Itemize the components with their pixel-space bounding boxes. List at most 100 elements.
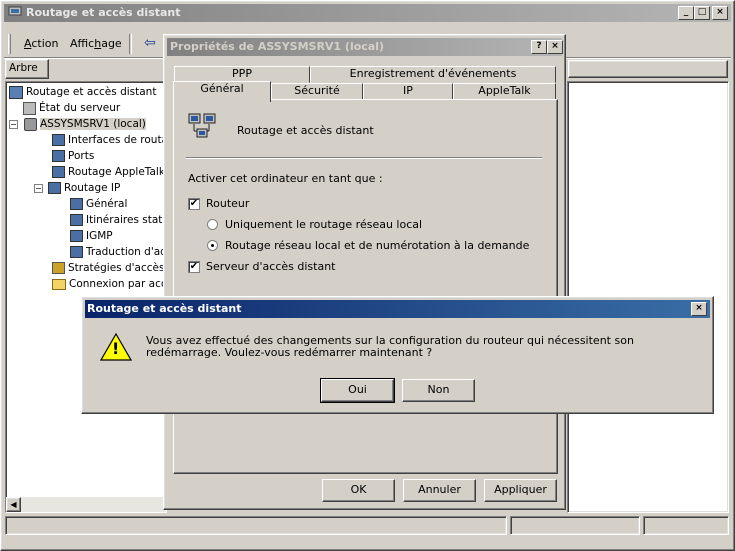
tab-label: PPP: [232, 67, 252, 80]
tree-label: Itinéraires statiq: [86, 214, 172, 226]
collapse-box-icon: −: [34, 183, 43, 193]
tab-page: [173, 99, 558, 474]
menu-grip: [8, 34, 11, 54]
tree-item[interactable]: Routage AppleTalk: [9, 165, 179, 179]
tree-item[interactable]: Itinéraires statiq: [9, 213, 179, 227]
radio-demand[interactable]: [207, 240, 218, 251]
cancel-button[interactable]: Annuler: [403, 479, 476, 502]
no-button[interactable]: Non: [402, 379, 475, 402]
message-box: Routage et accès distant × ! Vous avez e…: [81, 296, 714, 414]
network-icon: [52, 134, 65, 146]
status-bar-cell-3: [643, 516, 729, 535]
radio-demand-label[interactable]: Routage réseau local et de numérotation …: [225, 239, 529, 252]
network-icon: [70, 198, 83, 210]
status-bar-cell-1: [5, 516, 507, 535]
warning-icon-glyph: !: [112, 339, 120, 358]
tree-item[interactable]: Connexion par accès: [9, 277, 179, 291]
tree-label: Interfaces de routag: [68, 134, 175, 146]
network-icon: [70, 230, 83, 242]
minimize-button[interactable]: _: [678, 6, 694, 20]
tab-appletalk[interactable]: AppleTalk: [453, 83, 556, 100]
tab-securite[interactable]: Sécurité: [271, 83, 363, 100]
tree-label: Ports: [68, 150, 95, 162]
tree-label: ASSYSMSRV1 (local): [40, 118, 146, 130]
tree-item[interactable]: Traduction d'adr: [9, 245, 179, 259]
header-text: Routage et accès distant: [237, 124, 374, 137]
radio-selected-dot: [211, 244, 214, 247]
collapse-box-icon: −: [9, 119, 18, 129]
warning-icon: !: [99, 332, 133, 361]
tab-enregistrement[interactable]: Enregistrement d'événements: [310, 66, 556, 83]
header-divider: [186, 157, 542, 159]
ras-label[interactable]: Serveur d'accès distant: [206, 260, 336, 273]
msg-text: Vous avez effectué des changements sur l…: [146, 334, 634, 359]
network-icon: [52, 150, 65, 162]
msg-title-bar[interactable]: Routage et accès distant ×: [85, 300, 710, 318]
network-icon: [48, 182, 61, 194]
tab-label: IP: [403, 84, 413, 97]
properties-dialog: Propriétés de ASSYSMSRV1 (local) ? × PPP…: [163, 34, 566, 510]
status-icon: [23, 101, 36, 115]
props-close-button[interactable]: ×: [547, 40, 563, 54]
tree-item[interactable]: IGMP: [9, 229, 179, 243]
apply-button[interactable]: Appliquer: [484, 479, 557, 502]
tree-label: État du serveur: [39, 102, 121, 114]
ras-checkbox[interactable]: ✔: [188, 261, 200, 273]
tree-label: Traduction d'adr: [86, 246, 172, 258]
tab-label: Général: [200, 82, 244, 95]
tree-item[interactable]: Stratégies d'accès di: [9, 261, 179, 275]
tree-tab[interactable]: Arbre: [5, 59, 49, 79]
routing-icon: [188, 113, 220, 141]
tree-label: Général: [86, 198, 128, 210]
policy-icon: [52, 262, 65, 274]
tree-item[interactable]: État du serveur: [9, 101, 179, 115]
router-label[interactable]: Routeur: [206, 197, 249, 210]
ok-button[interactable]: OK: [322, 479, 395, 502]
scroll-left-button[interactable]: ◀: [6, 497, 21, 512]
app-icon: [8, 6, 22, 19]
tab-ip[interactable]: IP: [363, 83, 453, 100]
tree-label: Routage AppleTalk: [68, 166, 165, 178]
tree-item[interactable]: Ports: [9, 149, 179, 163]
msg-close-button[interactable]: ×: [691, 302, 707, 316]
tree-label: Routage et accès distant: [26, 86, 157, 98]
help-button[interactable]: ?: [531, 40, 547, 54]
detail-header: [568, 60, 728, 78]
tab-general[interactable]: Général: [173, 81, 271, 102]
toolbar-separator: [129, 34, 132, 54]
radio-local[interactable]: [207, 219, 218, 230]
tree-tab-label: Arbre: [9, 62, 38, 74]
network-icon: [70, 214, 83, 226]
server-icon: [9, 85, 23, 99]
status-bar-cell-2: [510, 516, 640, 535]
tree-item[interactable]: − Routage IP: [9, 181, 179, 195]
tree-item[interactable]: Général: [9, 197, 179, 211]
yes-button[interactable]: Oui: [320, 378, 395, 403]
tab-label: Sécurité: [294, 84, 340, 97]
menu-affichage[interactable]: Affichage: [70, 37, 122, 50]
tree-item[interactable]: − ASSYSMSRV1 (local): [9, 117, 179, 131]
close-button[interactable]: ×: [712, 6, 728, 20]
network-icon: [52, 166, 65, 178]
tree-label: Routage IP: [64, 182, 121, 194]
tab-label: AppleTalk: [478, 84, 531, 97]
tab-label: Enregistrement d'événements: [349, 67, 517, 80]
main-title: Routage et accès distant: [26, 6, 181, 19]
tree-hscrollbar[interactable]: ◀: [6, 497, 166, 512]
tree-item[interactable]: Routage et accès distant: [9, 85, 179, 99]
tree-label: Stratégies d'accès di: [68, 262, 178, 274]
tree-label: IGMP: [86, 230, 113, 242]
router-checkbox[interactable]: ✔: [188, 198, 200, 210]
maximize-button[interactable]: □: [694, 6, 710, 20]
back-arrow-icon[interactable]: ⇦: [144, 35, 156, 51]
network-icon: [70, 246, 83, 258]
main-title-bar[interactable]: Routage et accès distant _ □ ×: [4, 4, 731, 22]
menu-action[interactable]: Action: [24, 37, 58, 50]
server-local-icon: [24, 117, 37, 131]
folder-icon: [52, 278, 66, 290]
radio-local-label[interactable]: Uniquement le routage réseau local: [225, 218, 422, 231]
props-title: Propriétés de ASSYSMSRV1 (local): [170, 40, 385, 53]
props-title-bar[interactable]: Propriétés de ASSYSMSRV1 (local) ? ×: [167, 38, 563, 56]
tree-item[interactable]: Interfaces de routag: [9, 133, 179, 147]
enable-label: Activer cet ordinateur en tant que :: [188, 172, 383, 185]
